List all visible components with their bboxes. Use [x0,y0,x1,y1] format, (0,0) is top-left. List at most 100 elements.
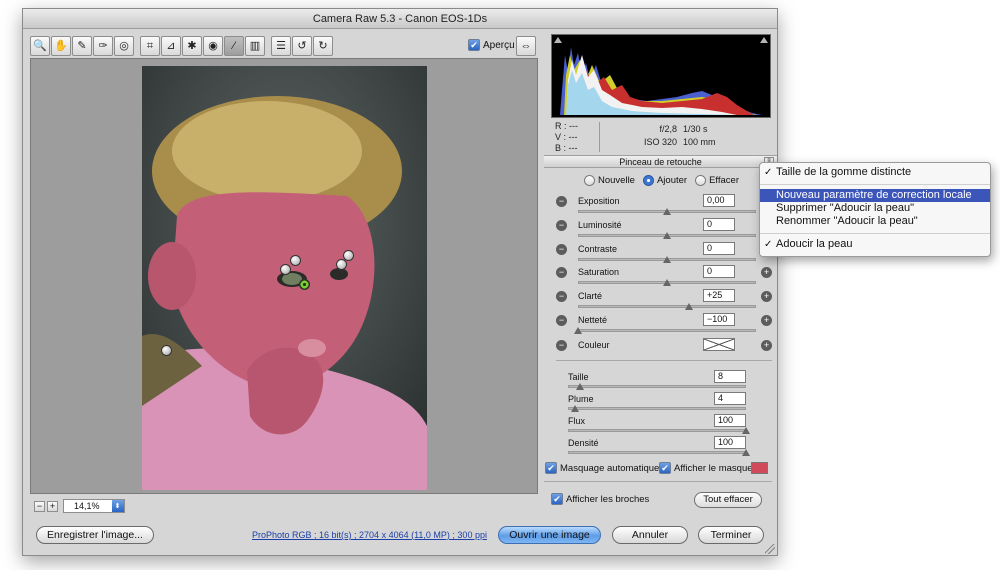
rotate-right-button[interactable]: ↻ [313,36,333,56]
slider-label: Luminosité [578,220,622,230]
show-pins-toggle[interactable]: ✔ Afficher les broches [551,493,649,505]
resize-grip-icon[interactable] [765,544,775,554]
workflow-options-link[interactable]: ProPhoto RGB ; 16 bit(s) ; 2704 x 4064 (… [252,530,487,540]
brush-pin-selected[interactable] [299,279,310,290]
clear-all-button[interactable]: Tout effacer [694,492,762,508]
adjustment-brush-button[interactable]: ⁄ [224,36,244,56]
fullscreen-button[interactable]: ⇔ [516,36,536,56]
slider-thumb[interactable] [685,303,694,310]
open-image-button[interactable]: Ouvrir une image [498,526,601,544]
mode-radio[interactable] [695,175,707,186]
zoom-out-button[interactable]: − [34,500,45,512]
brush-setting-thumb[interactable] [742,427,750,434]
shadow-clipping-icon[interactable] [554,37,562,43]
color-sampler-tool-button[interactable]: ✑ [93,36,113,56]
slider-thumb[interactable] [663,232,671,239]
slider-value-field[interactable]: 0,00 [703,194,735,207]
menu-item[interactable]: Renommer "Adoucir la peau" [760,215,990,228]
hand-tool-button[interactable]: ✋ [51,36,71,56]
slider-track[interactable] [578,305,756,308]
menu-item-label: Adoucir la peau [776,238,853,250]
brush-setting-value[interactable]: 100 [714,436,746,449]
highlight-clipping-icon[interactable] [760,37,768,43]
slider-plus-button[interactable]: + [761,267,772,278]
slider-value-field[interactable]: 0 [703,218,735,231]
slider-track[interactable] [578,329,756,332]
targeted-adjustment-tool-button[interactable]: ◎ [114,36,134,56]
brush-pin-2[interactable] [280,264,291,275]
menu-item[interactable]: ✓ Taille de la gomme distincte [760,166,990,179]
slider-row: −Luminosité0+ [556,218,772,242]
mode-new[interactable]: Nouvelle [584,175,635,186]
brush-setting-track[interactable] [568,407,746,410]
brush-setting-thumb[interactable] [742,449,750,456]
mask-color-swatch[interactable] [751,462,768,474]
mode-add[interactable]: Ajouter [642,175,687,186]
white-balance-tool-icon: ✎ [77,39,87,52]
slider-label: Contraste [578,244,618,254]
red-eye-tool-button[interactable]: ◉ [203,36,223,56]
show-pins-checkbox[interactable]: ✔ [551,493,563,505]
rotate-left-button[interactable]: ↺ [292,36,312,56]
slider-minus-button[interactable]: − [556,244,567,255]
brush-setting-value[interactable]: 100 [714,414,746,427]
brush-setting-track[interactable] [568,385,746,388]
mode-radio[interactable] [584,175,595,186]
preview-toggle[interactable]: ✔ Aperçu [468,39,515,51]
preferences-button[interactable]: ☰ [271,36,291,56]
slider-value-field[interactable]: 0 [703,242,735,255]
brush-pin-1[interactable] [290,255,301,266]
white-balance-tool-button[interactable]: ✎ [72,36,92,56]
menu-item[interactable]: Nouveau paramètre de correction locale [760,189,990,202]
preview-checkbox[interactable]: ✔ [468,39,480,51]
brush-setting-track[interactable] [568,429,746,432]
mode-erase[interactable]: Effacer [695,175,739,186]
save-image-button[interactable]: Enregistrer l'image... [36,526,154,544]
slider-minus-button[interactable]: − [556,220,567,231]
brush-setting-value[interactable]: 4 [714,392,746,405]
slider-plus-button[interactable]: + [761,315,772,326]
slider-thumb[interactable] [663,208,671,215]
zoom-tool-button[interactable]: 🔍 [30,36,50,56]
brush-pin-4[interactable] [336,259,347,270]
slider-value-field[interactable]: +25 [703,289,735,302]
cancel-button[interactable]: Annuler [612,526,688,544]
done-button[interactable]: Terminer [698,526,764,544]
brush-setting-value[interactable]: 8 [714,370,746,383]
color-row: − Couleur + [556,338,772,362]
image-preview-area[interactable] [30,58,538,494]
mode-radio[interactable] [642,175,654,186]
slider-thumb[interactable] [663,256,671,263]
slider-thumb[interactable] [663,279,671,286]
straighten-tool-button[interactable]: ⊿ [161,36,181,56]
spot-removal-tool-button[interactable]: ✱ [182,36,202,56]
brush-setting-thumb[interactable] [571,405,580,412]
brush-setting-label: Taille [568,372,589,382]
auto-mask-toggle[interactable]: ✔ Masquage automatique [545,462,659,474]
menu-item[interactable]: ✓ Adoucir la peau [760,238,990,251]
slider-minus-button[interactable]: − [556,315,567,326]
color-swatch[interactable] [703,338,735,351]
slider-plus-button[interactable]: + [761,291,772,302]
zoom-level-select[interactable]: 14,1% ⬍ [63,499,125,513]
slider-minus-button[interactable]: − [556,196,567,207]
color-plus-button[interactable]: + [761,340,772,351]
zoom-in-button[interactable]: + [47,500,58,512]
shutter-value: 1/30 s [683,124,708,134]
show-mask-checkbox[interactable]: ✔ [659,462,671,474]
slider-minus-button[interactable]: − [556,291,567,302]
color-minus-button[interactable]: − [556,340,567,351]
show-mask-toggle[interactable]: ✔ Afficher le masque [659,462,753,474]
auto-mask-checkbox[interactable]: ✔ [545,462,557,474]
crop-tool-button[interactable]: ⌗ [140,36,160,56]
slider-minus-button[interactable]: − [556,267,567,278]
slider-value-field[interactable]: 0 [703,265,735,278]
brush-setting-track[interactable] [568,451,746,454]
slider-value-field[interactable]: −100 [703,313,735,326]
crop-tool-icon: ⌗ [146,39,154,52]
brush-setting-thumb[interactable] [576,383,585,390]
graduated-filter-button[interactable]: ▥ [245,36,265,56]
brush-pin-5[interactable] [161,345,172,356]
slider-thumb[interactable] [574,327,582,334]
menu-item[interactable]: Supprimer "Adoucir la peau" [760,202,990,215]
